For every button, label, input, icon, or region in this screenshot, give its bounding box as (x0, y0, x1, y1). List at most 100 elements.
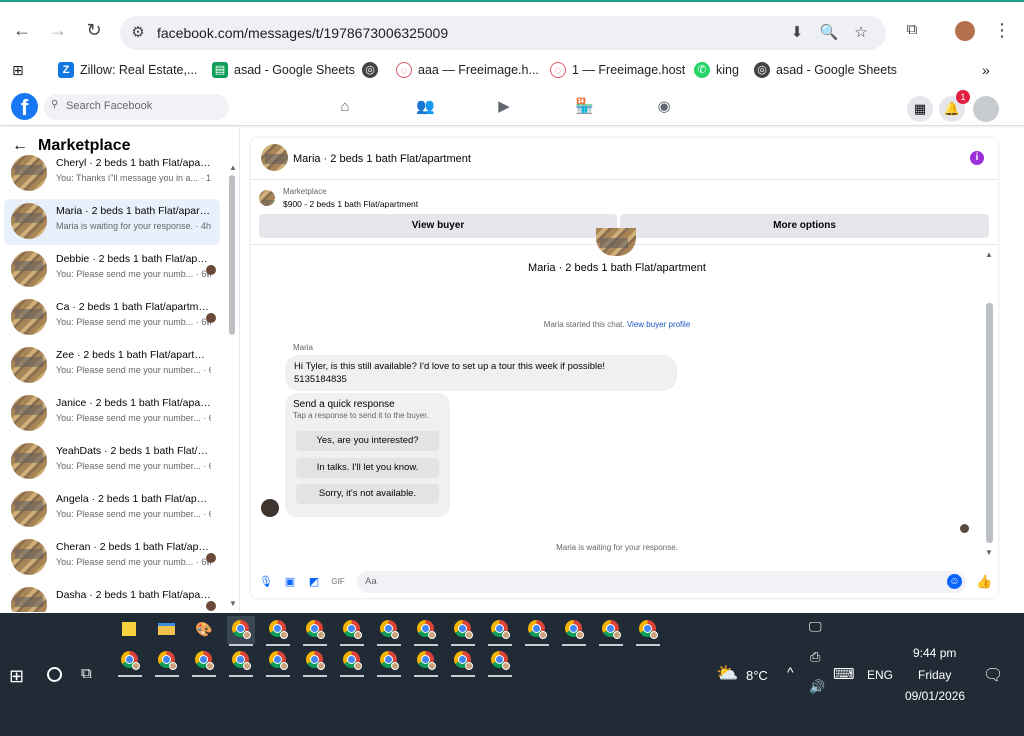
sticker-icon[interactable]: ◩ (307, 575, 321, 589)
conversation-item[interactable]: Ca · 2 beds 1 bath Flat/apartment You: Pl… (4, 295, 220, 341)
more-options-button[interactable]: More options (620, 214, 989, 238)
chrome-taskbar-icon[interactable] (412, 616, 440, 646)
chrome-taskbar-icon[interactable] (486, 647, 514, 677)
site-info-icon[interactable]: ⚙ (128, 23, 148, 43)
bookmarks-overflow-icon[interactable]: » (982, 58, 990, 82)
weather-temperature[interactable]: 8°C (746, 668, 768, 683)
chrome-taskbar-icon[interactable] (560, 616, 588, 646)
chrome-taskbar-icon[interactable] (264, 616, 292, 646)
meet-icon[interactable]: ⎙ (810, 649, 820, 665)
paint-icon[interactable]: 🎨 (190, 616, 218, 644)
facebook-logo[interactable]: f (11, 93, 38, 120)
microphone-icon[interactable]: 🎙 (259, 575, 273, 589)
clock-time[interactable]: 9:44 pm (913, 646, 956, 660)
quick-response-in-talks[interactable]: In talks. I'll let you know. (296, 458, 439, 478)
install-app-icon[interactable]: ⬇ (787, 23, 807, 43)
chrome-taskbar-icon[interactable] (375, 647, 403, 677)
chrome-taskbar-icon[interactable] (153, 647, 181, 677)
chrome-taskbar-icon[interactable] (597, 616, 625, 646)
bookmark-zillow[interactable]: Z Zillow: Real Estate,... (58, 58, 197, 82)
show-hidden-icons-icon[interactable]: ^ (787, 664, 794, 680)
menu-icon[interactable]: ⋮ (988, 16, 1016, 44)
chrome-taskbar-icon[interactable] (264, 647, 292, 677)
conversation-item[interactable]: Angela · 2 beds 1 bath Flat/apartment You… (4, 487, 220, 533)
keyboard-icon[interactable]: ⌨ (833, 665, 855, 683)
extensions-icon[interactable]: ⧉ (898, 16, 926, 44)
weather-icon[interactable]: ⛅ (716, 663, 738, 684)
profile-avatar[interactable] (955, 21, 975, 41)
message-input[interactable]: Aa ☺ (357, 571, 966, 593)
zoom-icon[interactable]: 🔍 (819, 23, 839, 43)
apps-icon[interactable]: ⊞ (12, 58, 24, 82)
chrome-taskbar-icon[interactable] (301, 647, 329, 677)
scroll-up-icon[interactable]: ▲ (229, 163, 237, 172)
chrome-taskbar-icon[interactable] (449, 647, 477, 677)
conversation-item[interactable]: Maria · 2 beds 1 bath Flat/apartment Mari… (4, 199, 220, 245)
quick-response-unavailable[interactable]: Sorry, it's not available. (296, 484, 439, 504)
info-icon[interactable]: i (970, 151, 984, 165)
chrome-taskbar-icon[interactable] (412, 647, 440, 677)
url-text[interactable]: facebook.com/messages/t/1978673006325009 (157, 25, 448, 41)
conversation-item[interactable]: YeahDats · 2 beds 1 bath Flat/apartment Y… (4, 439, 220, 485)
video-icon[interactable]: ▶ (495, 99, 513, 115)
bookmark-globe[interactable]: ◎ (362, 58, 384, 82)
address-bar[interactable]: ⚙ facebook.com/messages/t/19786730063250… (120, 16, 886, 50)
scrollbar[interactable] (229, 175, 235, 335)
conversation-item[interactable]: Dasha · 2 beds 1 bath Flat/apartment (4, 583, 220, 612)
start-icon[interactable]: ⊞ (9, 666, 24, 687)
notification-center-icon[interactable]: 🗨 (983, 665, 1003, 685)
clock-day[interactable]: Friday (918, 668, 951, 682)
account-avatar[interactable] (973, 96, 999, 122)
chrome-taskbar-icon[interactable] (486, 616, 514, 646)
view-buyer-profile-link[interactable]: View buyer profile (627, 320, 690, 329)
bookmark-sheets-2[interactable]: ◎ asad - Google Sheets (754, 58, 897, 82)
bookmark-freeimage-2[interactable]: ◌ 1 — Freeimage.host (550, 58, 685, 82)
bookmark-freeimage-1[interactable]: ◌ aaa — Freeimage.h... (396, 58, 539, 82)
chrome-taskbar-icon[interactable] (338, 616, 366, 646)
chrome-taskbar-icon[interactable] (523, 616, 551, 646)
scroll-down-icon[interactable]: ▼ (229, 599, 237, 608)
gif-icon[interactable]: GIF (331, 575, 345, 589)
file-explorer-icon[interactable] (153, 616, 181, 644)
sticky-notes-icon[interactable] (116, 616, 144, 644)
conversation-item[interactable]: Cheryl · 2 beds 1 bath Flat/apartment You… (4, 151, 220, 197)
conversation-item[interactable]: Cheran · 2 beds 1 bath Flat/apartment You… (4, 535, 220, 581)
view-buyer-button[interactable]: View buyer (259, 214, 617, 238)
groups-icon[interactable]: ◉ (655, 99, 673, 115)
listing-thumbnail[interactable] (259, 190, 275, 206)
chrome-taskbar-icon[interactable] (634, 616, 662, 646)
chat-title[interactable]: Maria · 2 beds 1 bath Flat/apartment (293, 153, 471, 165)
conversation-item[interactable]: Debbie · 2 beds 1 bath Flat/apartment You… (4, 247, 220, 293)
conversation-item[interactable]: Janice · 2 beds 1 bath Flat/apartment You… (4, 391, 220, 437)
chat-scroll-up-icon[interactable]: ▲ (985, 250, 993, 259)
chrome-taskbar-icon[interactable] (227, 647, 255, 677)
chrome-taskbar-icon[interactable] (301, 616, 329, 646)
conversation-item[interactable]: Zee · 2 beds 1 bath Flat/apartment You: P… (4, 343, 220, 389)
quick-response-yes[interactable]: Yes, are you interested? (296, 431, 439, 451)
chrome-taskbar-icon[interactable] (227, 616, 255, 646)
sender-avatar[interactable] (261, 499, 279, 517)
clock-date[interactable]: 09/01/2026 (905, 689, 965, 703)
chrome-taskbar-icon[interactable] (338, 647, 366, 677)
friends-icon[interactable]: 👥 (416, 99, 435, 115)
search-circle-icon[interactable] (47, 667, 62, 682)
bookmark-star-icon[interactable]: ☆ (851, 23, 871, 43)
listing-title[interactable]: $900 - 2 beds 1 bath Flat/apartment (283, 199, 418, 209)
chat-scrollbar[interactable] (986, 303, 993, 543)
emoji-icon[interactable]: ☺ (947, 574, 962, 589)
chrome-taskbar-icon[interactable] (190, 647, 218, 677)
chrome-taskbar-icon[interactable] (375, 616, 403, 646)
like-icon[interactable]: 👍 (976, 575, 992, 589)
menu-grid-icon[interactable]: ▦ (907, 96, 933, 122)
chat-scroll-down-icon[interactable]: ▼ (985, 548, 993, 557)
bookmark-sheets-1[interactable]: ▤ asad - Google Sheets (212, 58, 355, 82)
chat-avatar[interactable] (261, 144, 288, 171)
reload-icon[interactable]: ↻ (80, 16, 108, 44)
search-input[interactable]: ⚲ Search Facebook (44, 94, 229, 120)
back-icon[interactable]: ← (8, 16, 36, 44)
chrome-taskbar-icon[interactable] (116, 647, 144, 677)
network-icon[interactable]: 🖵 (809, 619, 822, 635)
volume-icon[interactable]: 🔊 (809, 679, 825, 695)
task-view-icon[interactable]: ⧉ (81, 665, 92, 682)
chrome-taskbar-icon[interactable] (449, 616, 477, 646)
